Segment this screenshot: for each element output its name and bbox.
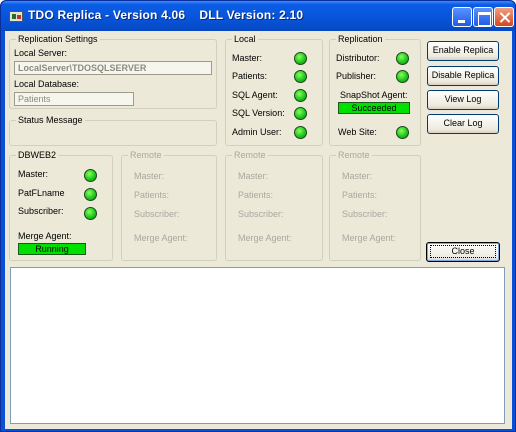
remote-merge-agent-label-3: Merge Agent: xyxy=(342,233,396,243)
dbweb2-subscriber-status-icon xyxy=(84,207,97,220)
close-window-button[interactable] xyxy=(494,7,514,27)
remote-group-1: Remote Master: Patients: Subscriber: Mer… xyxy=(121,150,217,261)
view-log-button[interactable]: View Log xyxy=(427,90,499,110)
replication-legend: Replication xyxy=(336,34,385,44)
dbweb2-master-status-icon xyxy=(84,169,97,182)
local-database-label: Local Database: xyxy=(14,79,80,89)
close-button-label: Close xyxy=(430,245,496,258)
remote-group-2: Remote Master: Patients: Subscriber: Mer… xyxy=(225,150,323,261)
local-server-label: Local Server: xyxy=(14,48,68,58)
status-message-legend: Status Message xyxy=(16,115,85,125)
status-message-group: Status Message xyxy=(9,115,217,146)
remote-merge-agent-label-1: Merge Agent: xyxy=(134,233,188,243)
log-output-area[interactable] xyxy=(10,267,505,424)
remote-master-label-1: Master: xyxy=(134,171,165,181)
dbweb2-patflname-label: PatFLname xyxy=(18,188,65,198)
replication-group: Replication Distributor: Publisher: Snap… xyxy=(329,34,421,146)
remote-legend-3: Remote xyxy=(336,150,372,160)
remote-subscriber-label-3: Subscriber: xyxy=(342,209,388,219)
snapshot-agent-label: SnapShot Agent: xyxy=(340,90,408,100)
local-patients-label: Patients: xyxy=(232,71,268,81)
dialog-client: Replication Settings Local Server: Local… xyxy=(5,31,512,429)
local-legend: Local xyxy=(232,34,258,44)
local-server-field[interactable]: LocalServer\TDOSQLSERVER xyxy=(14,61,212,75)
distributor-label: Distributor: xyxy=(336,53,380,63)
website-label: Web Site: xyxy=(338,127,377,137)
local-sql-agent-label: SQL Agent: xyxy=(232,90,278,100)
dbweb2-merge-agent-label: Merge Agent: xyxy=(18,231,72,241)
remote-master-label-2: Master: xyxy=(238,171,269,181)
close-button[interactable]: Close xyxy=(426,242,500,262)
enable-replica-button[interactable]: Enable Replica xyxy=(427,41,499,61)
dbweb2-group: DBWEB2 Master: PatFLname Subscriber: Mer… xyxy=(9,150,113,261)
dbweb2-legend: DBWEB2 xyxy=(16,150,59,160)
local-sql-version-status-icon xyxy=(294,107,307,120)
local-admin-user-status-icon xyxy=(294,126,307,139)
publisher-label: Publisher: xyxy=(336,71,377,81)
local-patients-status-icon xyxy=(294,70,307,83)
remote-legend-2: Remote xyxy=(232,150,268,160)
local-master-label: Master: xyxy=(232,53,263,63)
remote-legend-1: Remote xyxy=(128,150,164,160)
remote-master-label-3: Master: xyxy=(342,171,373,181)
local-admin-user-label: Admin User: xyxy=(232,127,282,137)
dbweb2-merge-agent-status: Running xyxy=(18,243,86,255)
dbweb2-master-label: Master: xyxy=(18,169,49,179)
remote-subscriber-label-2: Subscriber: xyxy=(238,209,284,219)
maximize-button[interactable] xyxy=(473,7,493,27)
snapshot-agent-status: Succeeded xyxy=(338,102,410,114)
local-sql-version-label: SQL Version: xyxy=(232,108,285,118)
remote-subscriber-label-1: Subscriber: xyxy=(134,209,180,219)
remote-merge-agent-label-2: Merge Agent: xyxy=(238,233,292,243)
clear-log-button[interactable]: Clear Log xyxy=(427,114,499,134)
replication-settings-legend: Replication Settings xyxy=(16,34,100,44)
local-group: Local Master: Patients: SQL Agent: SQL V… xyxy=(225,34,323,146)
title-bar[interactable]: TDO Replica - Version 4.06 DLL Version: … xyxy=(1,1,515,31)
local-master-status-icon xyxy=(294,52,307,65)
minimize-button[interactable] xyxy=(452,7,472,27)
local-sql-agent-status-icon xyxy=(294,89,307,102)
disable-replica-button[interactable]: Disable Replica xyxy=(427,66,499,86)
dbweb2-patflname-status-icon xyxy=(84,188,97,201)
replication-settings-group: Replication Settings Local Server: Local… xyxy=(9,34,217,109)
publisher-status-icon xyxy=(396,70,409,83)
remote-patients-label-3: Patients: xyxy=(342,190,378,200)
local-database-field[interactable]: Patients xyxy=(14,92,134,106)
remote-patients-label-2: Patients: xyxy=(238,190,274,200)
app-icon[interactable] xyxy=(9,11,23,22)
website-status-icon xyxy=(396,126,409,139)
distributor-status-icon xyxy=(396,52,409,65)
app-window: TDO Replica - Version 4.06 DLL Version: … xyxy=(0,0,516,432)
window-title: TDO Replica - Version 4.06 DLL Version: … xyxy=(28,8,304,22)
dbweb2-subscriber-label: Subscriber: xyxy=(18,206,64,216)
remote-patients-label-1: Patients: xyxy=(134,190,170,200)
remote-group-3: Remote Master: Patients: Subscriber: Mer… xyxy=(329,150,421,261)
